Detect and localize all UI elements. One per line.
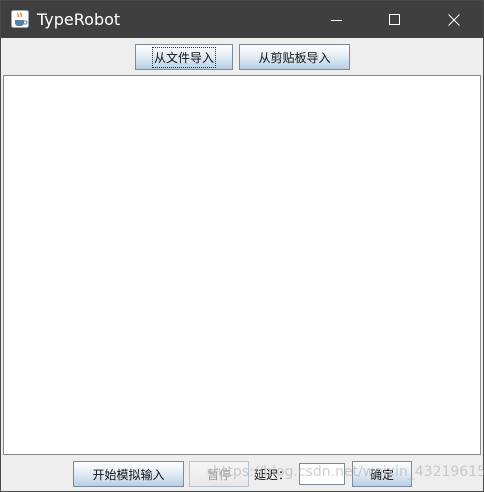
import-file-button[interactable]: 从文件导入 [135,44,233,70]
pause-label: 暂停 [206,467,231,482]
import-file-label: 从文件导入 [151,46,217,68]
confirm-label: 确定 [369,467,394,482]
maximize-icon [389,13,400,25]
import-clipboard-button[interactable]: 从剪贴板导入 [239,44,350,70]
start-simulated-input-button[interactable]: 开始模拟输入 [73,461,184,487]
delay-label: 延迟： [254,468,291,482]
window-title: TypeRobot [37,10,121,29]
import-clipboard-label: 从剪贴板导入 [258,50,331,65]
close-icon [448,13,460,26]
title-bar[interactable]: TypeRobot [1,1,483,38]
java-coffee-icon [11,10,29,28]
minimize-button[interactable] [308,1,366,38]
delay-input[interactable] [299,463,345,485]
start-label: 开始模拟输入 [92,467,165,482]
close-button[interactable] [425,1,483,38]
top-toolbar: 从文件导入 从剪贴板导入 [1,38,483,75]
pause-button[interactable]: 暂停 [189,461,249,487]
minimize-icon [331,19,342,21]
input-text-area[interactable] [3,75,481,455]
maximize-button[interactable] [366,1,424,38]
app-window: TypeRobot 从文件导入 从剪贴板导入 开始模拟输入 暂停 延迟： 确定 … [0,0,484,492]
bottom-toolbar: 开始模拟输入 暂停 延迟： 确定 [1,456,483,491]
confirm-button[interactable]: 确定 [352,461,412,487]
